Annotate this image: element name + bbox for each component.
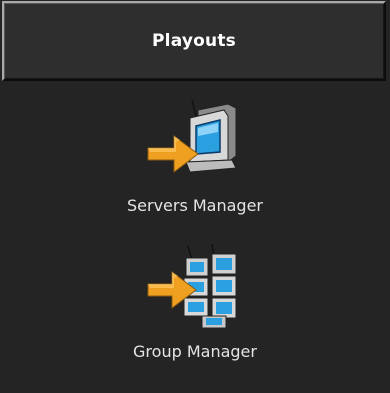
playouts-panel: Playouts Servers Manager Group Manager	[0, 0, 390, 393]
group-manager-button[interactable]: Group Manager	[0, 242, 390, 361]
servers-manager-label: Servers Manager	[126, 196, 264, 215]
group-manager-label: Group Manager	[133, 342, 257, 361]
servers-manager-button[interactable]: Servers Manager	[0, 96, 390, 215]
server-group-arrow-icon	[147, 243, 237, 329]
panel-header: Playouts	[2, 1, 386, 81]
panel-title: Playouts	[152, 31, 236, 51]
server-monitor-arrow-icon	[147, 99, 237, 173]
